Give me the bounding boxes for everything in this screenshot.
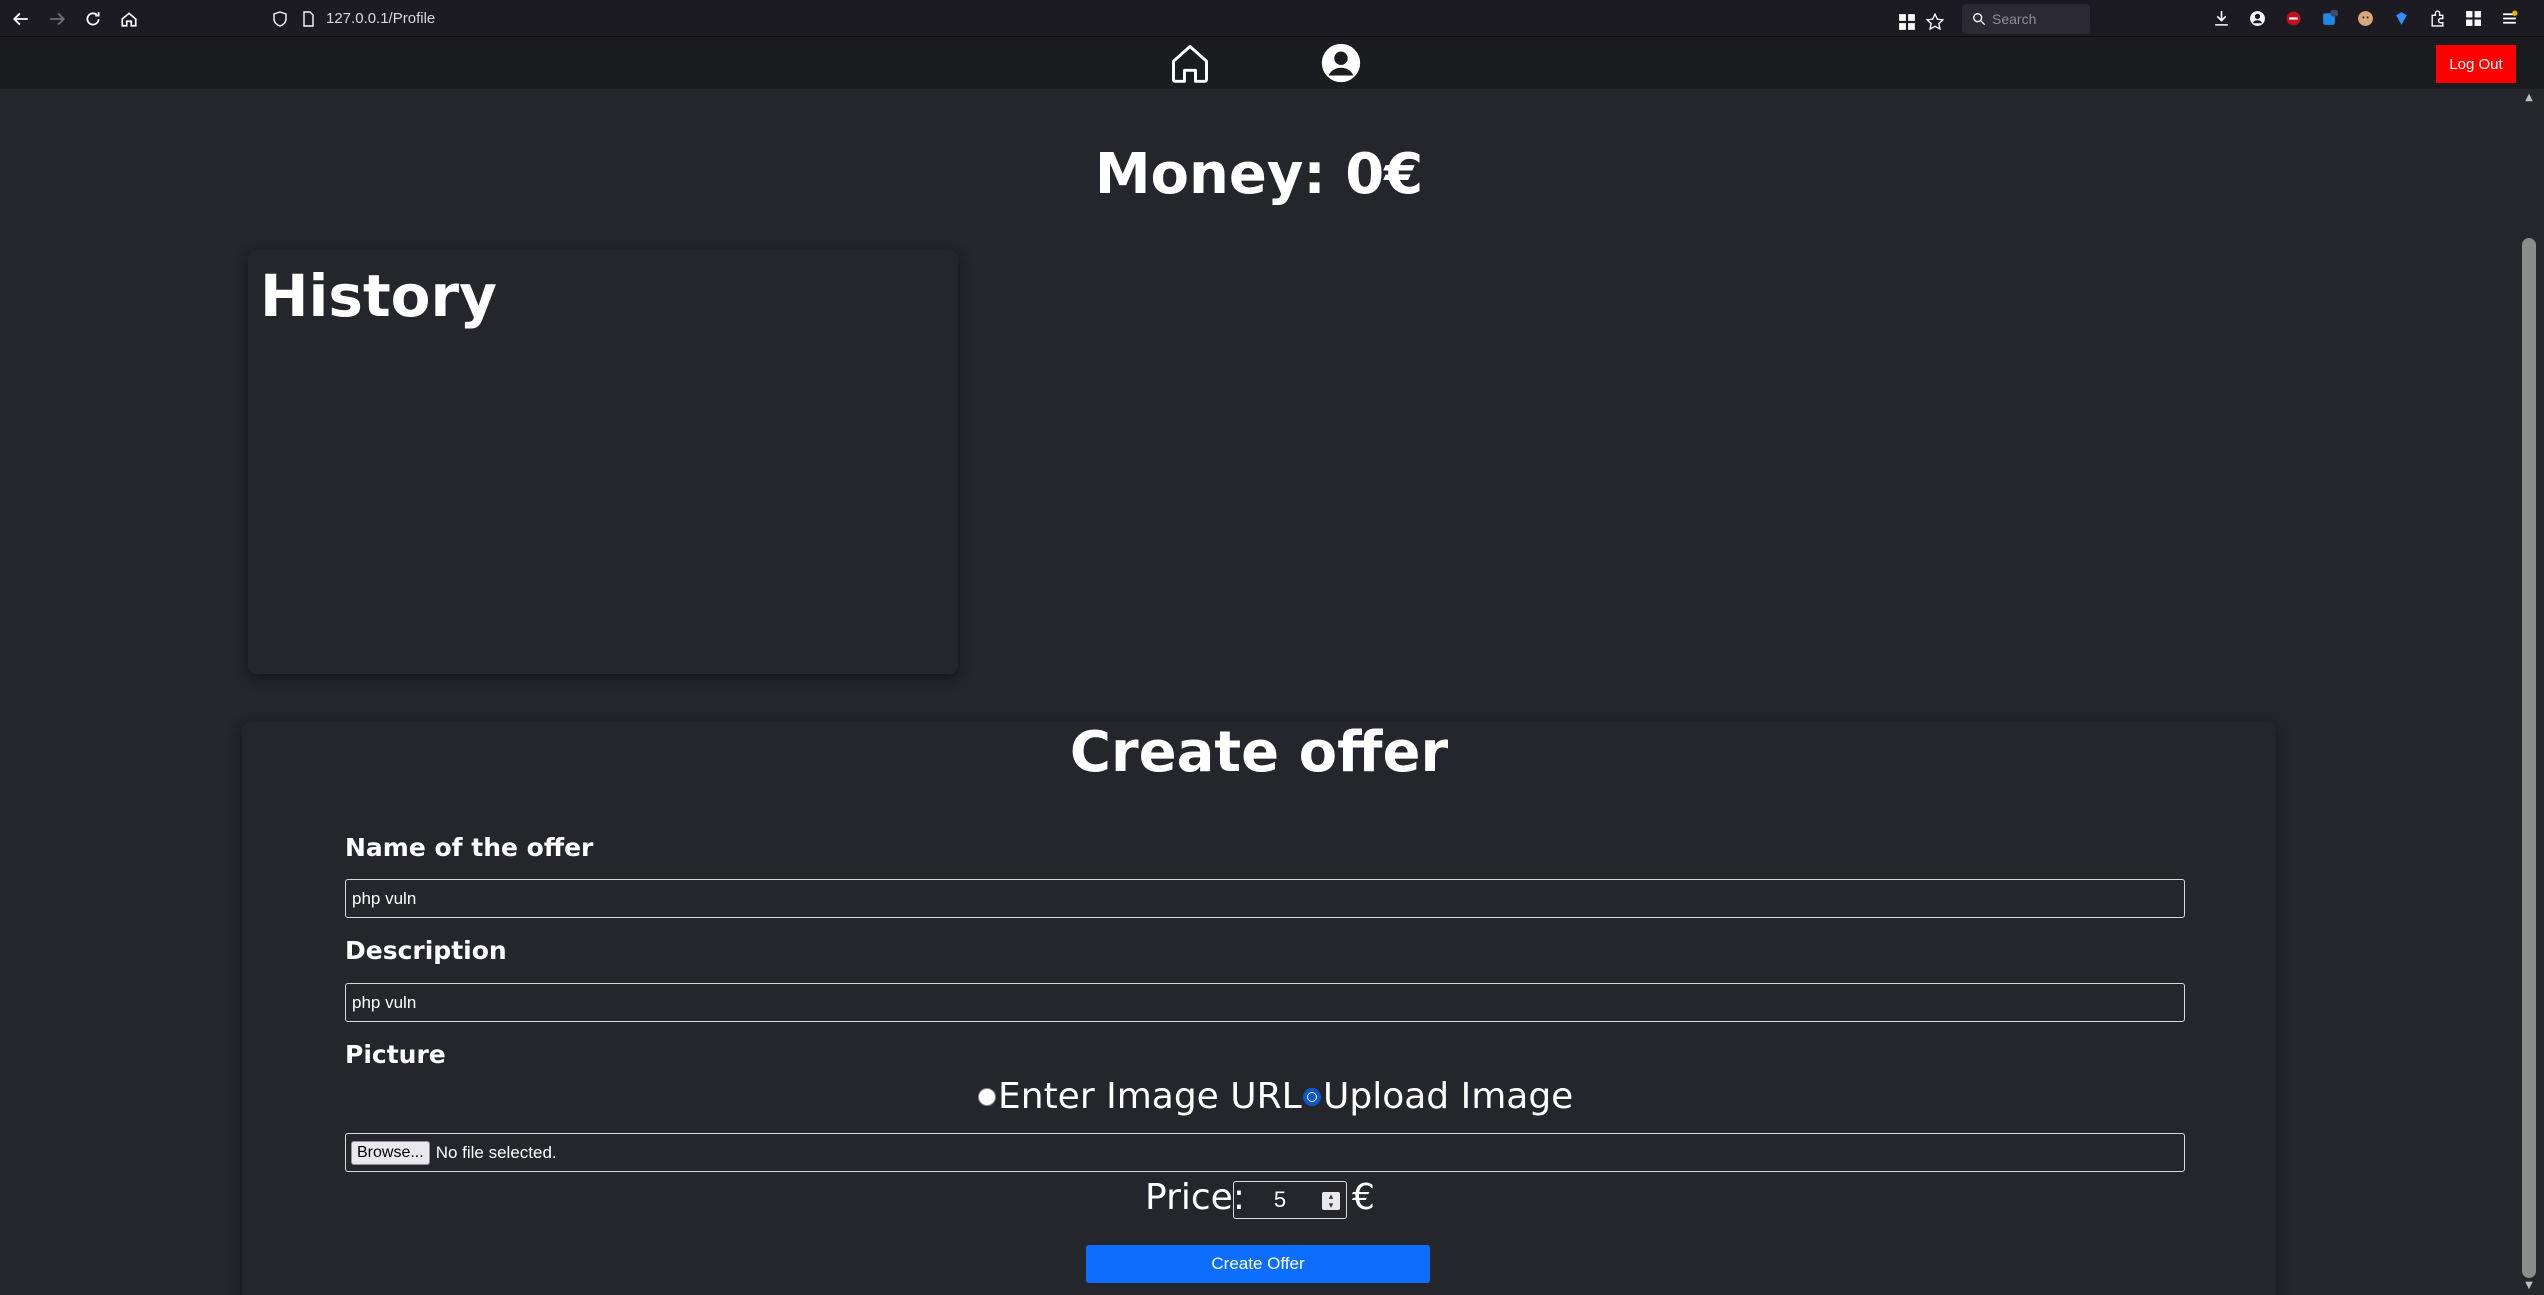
- picture-file-input[interactable]: Browse... No file selected.: [345, 1133, 2185, 1172]
- url-text[interactable]: 127.0.0.1/Profile: [326, 10, 435, 27]
- star-icon[interactable]: [1926, 13, 1944, 31]
- extension-gem-icon[interactable]: [2390, 7, 2412, 29]
- price-value[interactable]: 5: [1274, 1187, 1286, 1213]
- offer-name-input[interactable]: php vuln: [345, 879, 2185, 918]
- menu-icon[interactable]: [2498, 7, 2520, 29]
- url-bar[interactable]: 127.0.0.1/Profile: [266, 4, 1958, 34]
- extension-red-icon[interactable]: [2282, 7, 2304, 29]
- browser-search-box[interactable]: Search: [1962, 4, 2090, 34]
- create-offer-button[interactable]: Create Offer: [1086, 1245, 1430, 1283]
- price-label: Price:: [1145, 1177, 1245, 1218]
- history-card: History: [248, 250, 958, 674]
- create-offer-title: Create offer: [1069, 720, 1449, 785]
- radio-upload-image-label[interactable]: Upload Image: [1323, 1076, 1573, 1117]
- picture-label: Picture: [345, 1040, 446, 1069]
- shield-icon[interactable]: [272, 11, 288, 27]
- scroll-down-arrow-icon[interactable]: ▼: [2522, 1280, 2536, 1292]
- scroll-thumb[interactable]: [2522, 238, 2536, 1278]
- grid-icon[interactable]: [2462, 7, 2484, 29]
- price-input[interactable]: 5 ▴ ▾: [1233, 1181, 1347, 1219]
- price-spinner-icon[interactable]: ▴ ▾: [1322, 1192, 1340, 1210]
- home-nav-icon[interactable]: [1168, 41, 1212, 85]
- site-navbar: Log Out: [0, 37, 2544, 89]
- money-balance: Money: 0€: [1094, 142, 1424, 207]
- search-icon: [1973, 13, 1986, 26]
- radio-upload-image-button[interactable]: [1303, 1087, 1321, 1106]
- browse-button[interactable]: Browse...: [351, 1140, 430, 1165]
- description-input[interactable]: php vuln: [345, 983, 2185, 1022]
- extensions-grid-icon[interactable]: [1898, 13, 1916, 31]
- radio-upload-image[interactable]: Upload Image: [1303, 1076, 1573, 1117]
- page-icon[interactable]: [300, 11, 316, 27]
- radio-image-url-button[interactable]: [978, 1087, 996, 1106]
- file-status: No file selected.: [435, 1142, 557, 1162]
- puzzle-icon[interactable]: [2426, 7, 2448, 29]
- scroll-up-arrow-icon[interactable]: ▲: [2522, 92, 2536, 104]
- home-icon[interactable]: [116, 6, 142, 32]
- radio-image-url[interactable]: Enter Image URL: [978, 1076, 1302, 1117]
- price-currency: €: [1352, 1177, 1375, 1218]
- back-icon[interactable]: [8, 6, 34, 32]
- account-icon[interactable]: [2246, 7, 2268, 29]
- profile-nav-icon[interactable]: [1318, 40, 1364, 86]
- extension-blue-icon[interactable]: [2318, 7, 2340, 29]
- search-placeholder: Search: [1992, 11, 2037, 27]
- browser-toolbar: 127.0.0.1/Profile Search: [0, 0, 2544, 37]
- extension-avatar-icon[interactable]: [2354, 7, 2376, 29]
- reload-icon[interactable]: [80, 6, 106, 32]
- forward-icon[interactable]: [44, 6, 70, 32]
- download-icon[interactable]: [2210, 7, 2232, 29]
- offer-name-label: Name of the offer: [345, 833, 594, 862]
- logout-button[interactable]: Log Out: [2436, 45, 2516, 83]
- radio-image-url-label[interactable]: Enter Image URL: [998, 1076, 1302, 1117]
- description-label: Description: [345, 936, 507, 965]
- history-title: History: [260, 262, 497, 330]
